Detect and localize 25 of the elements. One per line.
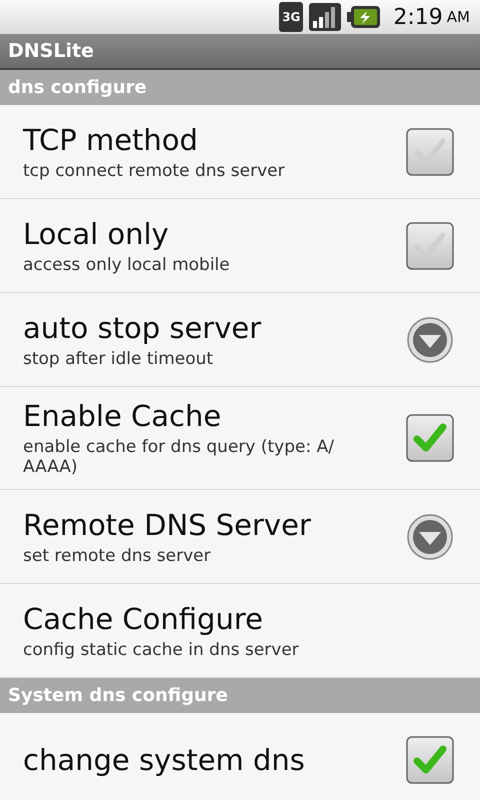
setting-summary: enable cache for dns query (type: A/ AAAA) — [23, 437, 335, 477]
checkbox[interactable] — [406, 222, 454, 270]
setting-title[interactable]: Cache Configure — [23, 602, 454, 636]
setting-title[interactable]: Local only — [23, 216, 406, 250]
checkbox[interactable] — [406, 128, 454, 176]
setting-title[interactable]: Remote DNS Server — [23, 508, 406, 542]
signal-icon — [309, 3, 342, 31]
setting-summary: tcp connect remote dns server — [23, 160, 286, 180]
setting-summary: config static cache in dns server — [23, 640, 300, 660]
setting-title[interactable]: TCP method — [23, 122, 406, 156]
section-header: System dns configure — [0, 678, 480, 713]
setting-title[interactable]: auto stop server — [23, 310, 406, 344]
setting-summary: access only local mobile — [23, 254, 231, 274]
checkbox[interactable] — [406, 736, 454, 784]
setting-title[interactable]: Enable Cache — [23, 399, 406, 433]
clock-time: 2:19 — [393, 4, 443, 30]
battery-charging-icon — [347, 5, 382, 29]
setting-title[interactable]: change system dns — [23, 742, 406, 776]
clock-period: AM — [446, 8, 470, 26]
app-title: DNSLite — [8, 40, 94, 62]
section-header: dns configure — [0, 70, 480, 105]
checkbox[interactable] — [406, 414, 454, 462]
setting-summary: stop after idle timeout — [23, 348, 214, 368]
network-type-icon: 3G — [279, 2, 304, 32]
setting-summary: set remote dns server — [23, 546, 212, 566]
